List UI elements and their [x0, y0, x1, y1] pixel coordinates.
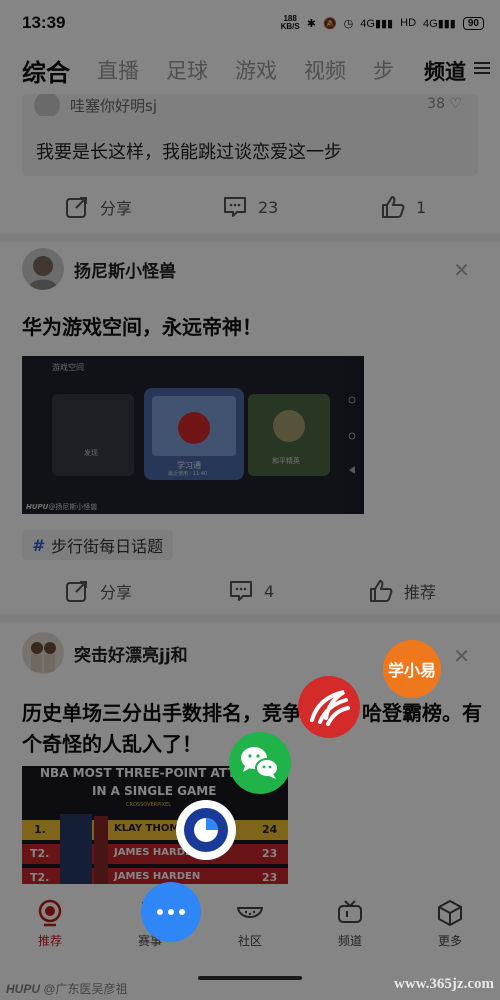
xuexitong-share-button[interactable] — [298, 676, 360, 738]
browser-icon — [184, 808, 228, 852]
wechat-share-button[interactable] — [229, 732, 291, 794]
more-options-fab[interactable] — [141, 882, 201, 942]
xuexiaoyi-share-button[interactable]: 学小易 — [383, 640, 441, 698]
dot-icon — [179, 909, 185, 915]
hupu-watermark: HUPU @广东医吴彦祖 — [6, 982, 128, 996]
site-watermark: www.365jz.com — [394, 976, 494, 992]
dot-icon — [168, 909, 174, 915]
dot-icon — [157, 909, 163, 915]
qq-browser-share-button[interactable] — [176, 800, 236, 860]
wechat-icon — [241, 747, 279, 779]
xuexitong-icon — [310, 690, 350, 726]
dim-overlay[interactable] — [0, 0, 500, 1000]
